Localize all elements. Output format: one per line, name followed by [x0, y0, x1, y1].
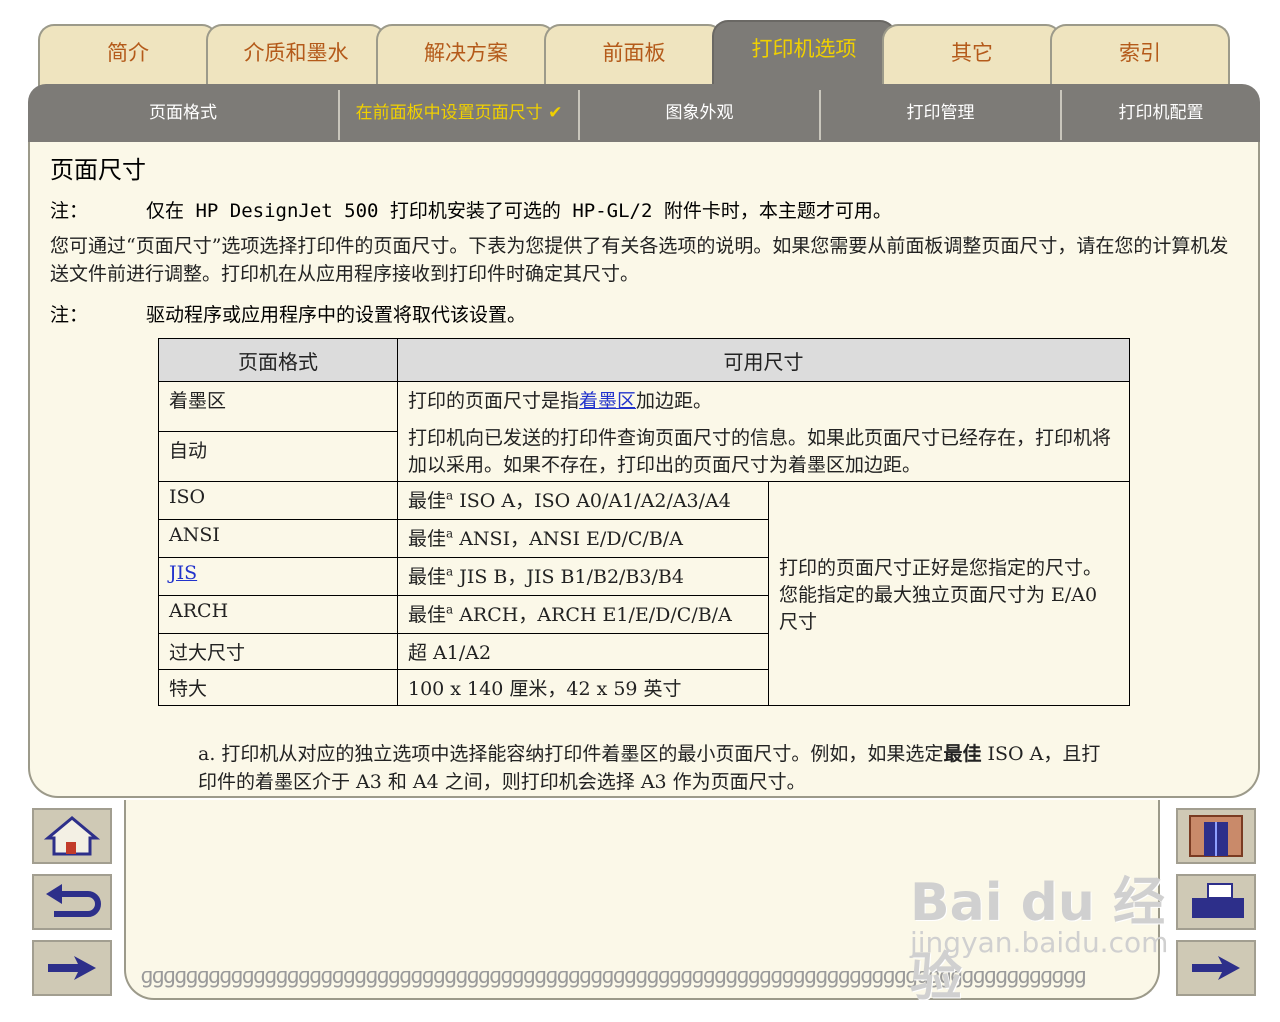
header-available-sizes: 可用尺寸: [397, 338, 1130, 382]
footnote-bold: 最佳: [943, 743, 982, 765]
size-cell: 最佳a ISO A，ISO A0/A1/A2/A3/A4: [397, 481, 769, 520]
size-text: 加边距。: [636, 390, 713, 412]
note-text: 仅在 HP DesignJet 500 打印机安装了可选的 HP-GL/2 附件…: [146, 200, 892, 222]
size-text: 打印的页面尺寸是指: [408, 390, 580, 412]
back-icon: [46, 884, 101, 917]
format-cell: JIS: [158, 557, 398, 596]
tab-front-panel[interactable]: 前面板: [544, 24, 724, 86]
size-cell: 最佳a ANSI，ANSI E/D/C/B/A: [397, 519, 769, 558]
next-button[interactable]: [32, 940, 112, 996]
subnav-page-format[interactable]: 页面格式: [28, 90, 338, 140]
subnav-print-management[interactable]: 打印管理: [819, 90, 1060, 140]
home-button[interactable]: [32, 808, 112, 864]
tab-intro[interactable]: 简介: [38, 24, 218, 86]
sub-navigation: 页面格式 在前面板中设置页面尺寸 ✔ 图象外观 打印管理 打印机配置: [28, 84, 1260, 142]
tab-solutions[interactable]: 解决方案: [376, 24, 556, 86]
table-header-row: 页面格式 可用尺寸: [158, 338, 1130, 382]
auto-description: 打印机向已发送的打印件查询页面尺寸的信息。如果此页面尺寸已经存在，打印机将加以采…: [408, 427, 1112, 476]
size-text: 最佳: [408, 528, 447, 550]
note-1: 注： 仅在 HP DesignJet 500 打印机安装了可选的 HP-GL/2 …: [50, 196, 892, 223]
format-cell: ANSI: [158, 519, 398, 558]
size-text: 最佳: [408, 566, 447, 588]
size-cell: 最佳a ARCH，ARCH E1/E/D/C/B/A: [397, 595, 769, 634]
footnote: a. 打印机从对应的独立选项中选择能容纳打印件着墨区的最小页面尺寸。例如，如果选…: [198, 740, 1118, 796]
watermark-url: jingyan.baidu.com: [910, 926, 1169, 959]
footnote-marker: a.: [198, 743, 216, 765]
size-text: ISO A，ISO A0/A1/A2/A3/A4: [453, 490, 731, 512]
format-cell: 过大尺寸: [158, 633, 398, 670]
size-text: ANSI，ANSI E/D/C/B/A: [453, 528, 683, 550]
back-button[interactable]: [32, 874, 112, 930]
footnote-text: 打印机从对应的独立选项中选择能容纳打印件着墨区的最小页面尺寸。例如，如果选定: [221, 743, 944, 765]
header-page-format: 页面格式: [158, 338, 398, 382]
subnav-image-appearance[interactable]: 图象外观: [578, 90, 819, 140]
tab-bar: 简介 介质和墨水 解决方案 前面板 打印机选项 其它 索引: [0, 0, 1280, 90]
table-row: ISO 最佳a ISO A，ISO A0/A1/A2/A3/A4 打印的页面尺寸…: [158, 481, 1130, 706]
size-cell: 最佳a JIS B，JIS B1/B2/B3/B4: [397, 557, 769, 596]
note-2: 注： 驱动程序或应用程序中的设置将取代该设置。: [50, 300, 526, 327]
table-row: 着墨区 打印的页面尺寸是指着墨区加边距。 打印机向已发送的打印件查询页面尺寸的信…: [158, 381, 1130, 482]
baidu-watermark: Bai du 经验 jingyan.baidu.com: [900, 830, 1200, 1008]
format-cell: 着墨区: [158, 381, 398, 432]
next-page-icon: [48, 956, 96, 980]
size-cell: 打印的页面尺寸是指着墨区加边距。 打印机向已发送的打印件查询页面尺寸的信息。如果…: [397, 381, 1130, 482]
size-text: 最佳: [408, 604, 447, 626]
merged-note-cell: 打印的页面尺寸正好是您指定的尺寸。您能指定的最大独立页面尺寸为 E/A0 尺寸: [768, 481, 1130, 706]
subnav-printer-config[interactable]: 打印机配置: [1060, 90, 1260, 140]
tab-other[interactable]: 其它: [882, 24, 1062, 86]
format-cell: 特大: [158, 669, 398, 706]
intro-paragraph: 您可通过“页面尺寸”选项选择打印件的页面尺寸。下表为您提供了有关各选项的说明。如…: [50, 235, 1229, 285]
size-cell: 超 A1/A2: [397, 633, 769, 670]
tab-media-ink[interactable]: 介质和墨水: [206, 24, 386, 86]
note-label: 注：: [50, 200, 89, 222]
note-label: 注：: [50, 304, 89, 326]
inked-area-link[interactable]: 着墨区: [579, 390, 636, 412]
page-title: 页面尺寸: [50, 156, 146, 184]
format-cell: ISO: [158, 481, 398, 520]
note-text: 驱动程序或应用程序中的设置将取代该设置。: [146, 304, 527, 326]
jis-link[interactable]: JIS: [169, 562, 197, 584]
size-text: 最佳: [408, 490, 447, 512]
size-text: JIS B，JIS B1/B2/B3/B4: [453, 566, 684, 588]
format-cell: ARCH: [158, 595, 398, 634]
page-size-table: 页面格式 可用尺寸 着墨区 打印的页面尺寸是指着墨区加边距。 打印机向已发送的打…: [158, 338, 1130, 706]
size-cell: 100 x 140 厘米，42 x 59 英寸: [397, 669, 769, 706]
home-icon: [43, 816, 101, 856]
tab-printer-options[interactable]: 打印机选项: [712, 20, 896, 90]
format-cell: 自动: [158, 431, 398, 482]
subnav-set-page-size[interactable]: 在前面板中设置页面尺寸 ✔: [338, 90, 578, 140]
size-text: ARCH，ARCH E1/E/D/C/B/A: [453, 604, 732, 626]
tab-index[interactable]: 索引: [1050, 24, 1230, 86]
